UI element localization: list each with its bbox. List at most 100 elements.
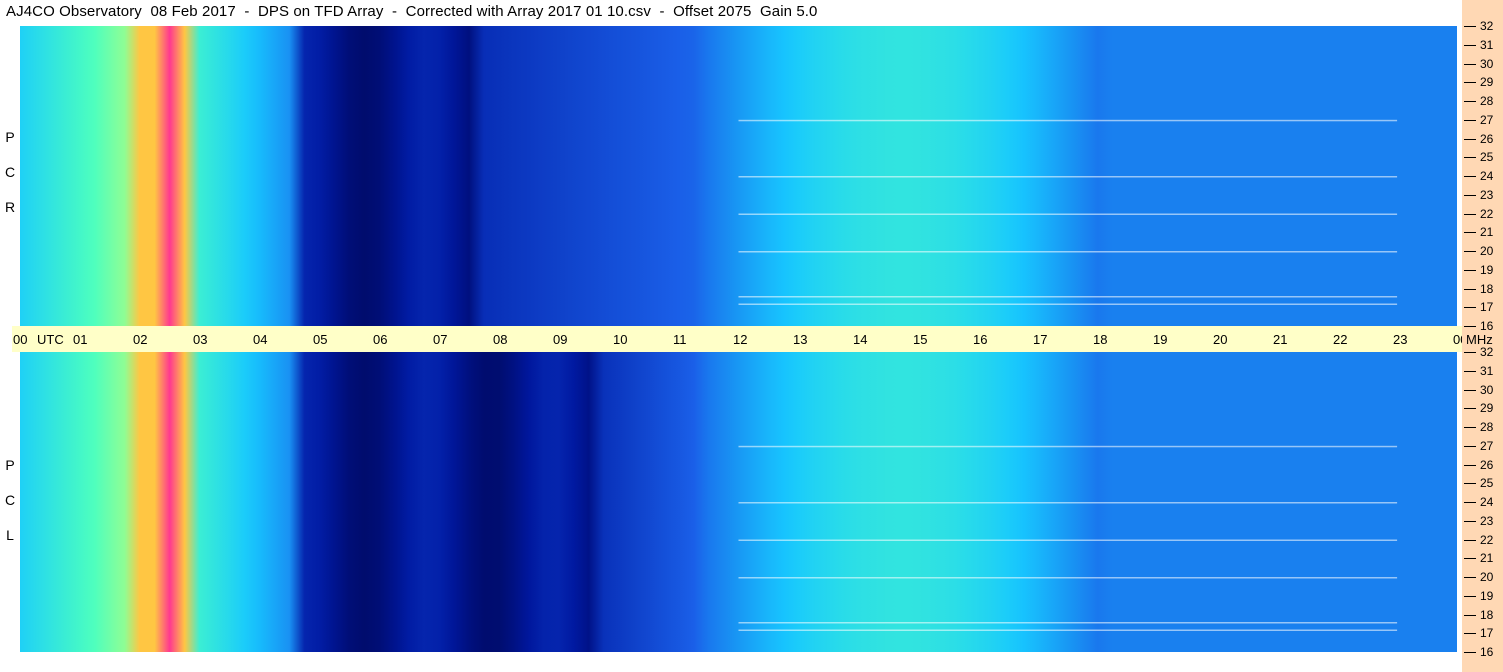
freq-tick-label: 25 — [1480, 150, 1494, 165]
freq-tick-mark — [1464, 633, 1476, 635]
freq-tick-mark — [1464, 119, 1476, 121]
freq-tick-mark — [1464, 539, 1476, 541]
freq-tick-mark — [1464, 502, 1476, 503]
freq-tick-mark — [1464, 288, 1476, 290]
freq-tick-mark — [1464, 445, 1476, 447]
utc-tick-label: 17 — [1033, 332, 1048, 347]
freq-tick-mark — [1464, 483, 1476, 485]
pol-letter: P — [5, 457, 15, 473]
freq-tick-mark — [1464, 326, 1476, 327]
freq-tick-label: 22 — [1480, 206, 1494, 221]
interference-line — [738, 539, 1398, 541]
freq-tick-mark — [1464, 44, 1476, 46]
freq-tick-label: 16 — [1480, 645, 1494, 659]
freq-tick-label: 31 — [1480, 363, 1494, 378]
freq-tick-label: 19 — [1480, 588, 1494, 603]
freq-tick-mark — [1464, 408, 1476, 410]
interference-line — [738, 502, 1398, 504]
freq-tick-mark — [1464, 232, 1476, 234]
freq-tick-mark — [1464, 352, 1476, 353]
utc-tick-label: 05 — [313, 332, 328, 347]
interference-line — [738, 629, 1398, 631]
freq-tick-label: 21 — [1480, 225, 1494, 240]
rcp-spectrogram-svg — [20, 26, 1457, 326]
utc-tick-label: 01 — [73, 332, 88, 347]
freq-tick-label: 20 — [1480, 570, 1494, 584]
freq-tick-label: 19 — [1480, 262, 1494, 277]
utc-tick-label: 16 — [973, 332, 988, 347]
lcp-label: P C L — [0, 448, 20, 553]
freq-tick-label: 25 — [1480, 476, 1494, 491]
interference-line — [738, 445, 1398, 448]
interference-line — [738, 577, 1398, 579]
freq-tick-label: 21 — [1480, 551, 1494, 566]
freq-tick-label: 30 — [1480, 56, 1494, 71]
utc-tick-label: 11 — [673, 332, 687, 347]
utc-tick-label: 06 — [373, 332, 388, 347]
freq-tick-mark — [1464, 307, 1476, 309]
freq-tick-label: 27 — [1480, 438, 1494, 453]
freq-tick-label: 17 — [1480, 300, 1494, 315]
freq-tick-mark — [1464, 558, 1476, 560]
pol-letter: L — [6, 527, 14, 543]
freq-tick-mark — [1464, 213, 1476, 215]
utc-tick-label: 20 — [1213, 332, 1228, 347]
lcp-spectrogram — [20, 352, 1457, 652]
freq-tick-label: 16 — [1480, 319, 1494, 333]
freq-tick-mark — [1464, 370, 1476, 372]
freq-tick-label: 27 — [1480, 112, 1494, 127]
utc-tick-label: 03 — [193, 332, 208, 347]
utc-tick-label: 10 — [613, 332, 628, 347]
utc-tick-label: 21 — [1273, 332, 1288, 347]
freq-tick-label: 29 — [1480, 75, 1494, 90]
chart-title: AJ4CO Observatory 08 Feb 2017 - DPS on T… — [6, 3, 818, 20]
freq-tick-label: 18 — [1480, 281, 1494, 296]
utc-tick-label: 14 — [853, 332, 868, 347]
freq-tick-mark — [1464, 176, 1476, 177]
utc-tick-label: 15 — [913, 332, 928, 347]
freq-tick-label: 24 — [1480, 169, 1494, 183]
freq-tick-mark — [1464, 251, 1476, 252]
interference-line — [738, 622, 1398, 624]
pol-letter: P — [5, 129, 15, 145]
freq-tick-mark — [1464, 194, 1476, 196]
freq-tick-mark — [1464, 82, 1476, 84]
freq-tick-label: 28 — [1480, 420, 1494, 434]
utc-tick-label: 13 — [793, 332, 808, 347]
utc-tick-label: 00 — [13, 332, 28, 347]
freq-tick-mark — [1464, 26, 1476, 27]
rcp-label: P C R — [0, 120, 20, 225]
utc-tick-label: 02 — [133, 332, 148, 347]
utc-tick-label: 08 — [493, 332, 508, 347]
freq-tick-label: 22 — [1480, 532, 1494, 547]
utc-tick-label: 04 — [253, 332, 268, 347]
utc-tick-label: 18 — [1093, 332, 1108, 347]
freq-tick-label: 26 — [1480, 457, 1494, 472]
freq-tick-mark — [1464, 389, 1476, 391]
pol-letter: C — [4, 164, 16, 180]
freq-tick-mark — [1464, 652, 1476, 653]
freq-tick-label: 28 — [1480, 94, 1494, 108]
freq-tick-label: 26 — [1480, 131, 1494, 146]
freq-tick-label: 18 — [1480, 607, 1494, 622]
interference-line — [738, 213, 1398, 215]
freq-tick-mark — [1464, 63, 1476, 65]
interference-line — [738, 303, 1398, 305]
freq-tick-mark — [1464, 269, 1476, 271]
utc-tick-label: 07 — [433, 332, 448, 347]
freq-tick-mark — [1464, 595, 1476, 597]
utc-tick-label: 09 — [553, 332, 568, 347]
pol-letter: R — [4, 199, 16, 215]
freq-tick-label: 30 — [1480, 382, 1494, 397]
freq-tick-label: 29 — [1480, 401, 1494, 416]
freq-tick-mark — [1464, 464, 1476, 466]
freq-tick-mark — [1464, 520, 1476, 522]
interference-line — [738, 119, 1398, 122]
freq-tick-label: 23 — [1480, 187, 1494, 202]
freq-tick-mark — [1464, 427, 1476, 428]
utc-tick-label: 23 — [1393, 332, 1408, 347]
freq-tick-label: 24 — [1480, 495, 1494, 509]
freq-tick-label: 20 — [1480, 244, 1494, 258]
freq-tick-mark — [1464, 157, 1476, 159]
lcp-spectrogram-svg — [20, 352, 1457, 652]
